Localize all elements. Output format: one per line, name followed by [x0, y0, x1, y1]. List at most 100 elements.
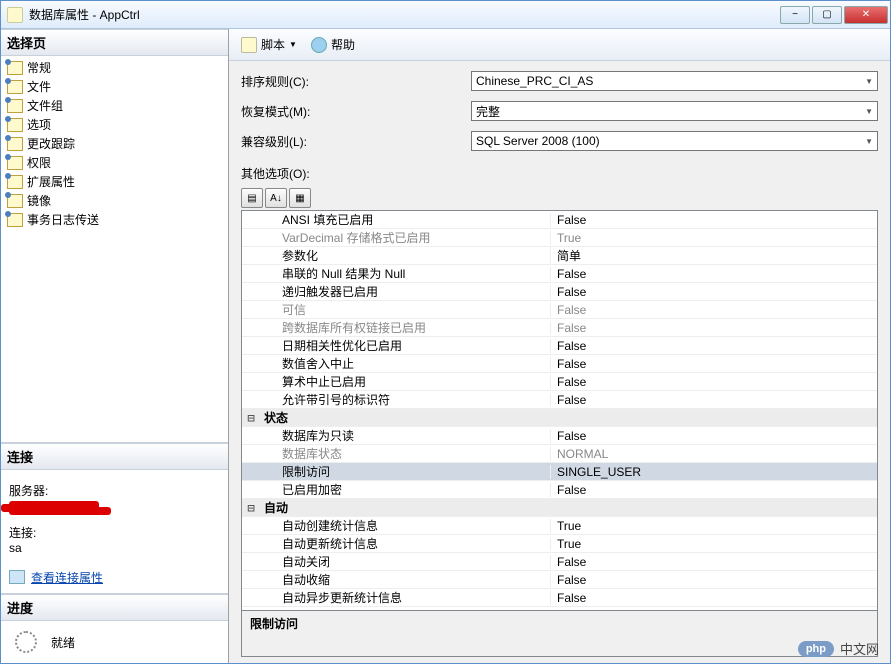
link-text: 查看连接属性	[31, 569, 103, 586]
property-row[interactable]: 自动更新统计信息True	[242, 535, 877, 553]
property-row[interactable]: 自动收缩False	[242, 571, 877, 589]
page-item-logshipping[interactable]: 事务日志传送	[1, 210, 228, 229]
minimize-button[interactable]: −	[780, 6, 810, 24]
property-name: 算术中止已启用	[260, 373, 550, 390]
property-row[interactable]: 已启用加密False	[242, 481, 877, 499]
compat-select[interactable]: SQL Server 2008 (100) ▼	[471, 131, 878, 151]
page-item-general[interactable]: 常规	[1, 58, 228, 77]
description-title: 限制访问	[250, 615, 869, 632]
progress-spinner-icon	[15, 631, 37, 653]
expand-toggle[interactable]: ⊟	[242, 501, 260, 515]
view-connection-properties-link[interactable]: 查看连接属性	[9, 569, 103, 586]
page-icon	[7, 99, 23, 113]
property-value[interactable]: False	[550, 285, 877, 299]
property-row[interactable]: 自动关闭False	[242, 553, 877, 571]
property-row[interactable]: VarDecimal 存储格式已启用True	[242, 229, 877, 247]
property-row[interactable]: 算术中止已启用False	[242, 373, 877, 391]
select-page-header: 选择页	[1, 29, 228, 56]
property-name: 自动关闭	[260, 553, 550, 570]
page-item-filegroups[interactable]: 文件组	[1, 96, 228, 115]
page-item-changetracking[interactable]: 更改跟踪	[1, 134, 228, 153]
categorized-button[interactable]: ▤	[241, 188, 263, 208]
help-button[interactable]: 帮助	[307, 34, 359, 55]
property-name: 数据库为只读	[260, 427, 550, 444]
page-label: 常规	[27, 59, 51, 76]
page-icon	[7, 61, 23, 75]
right-pane: 脚本 ▼ 帮助 排序规则(C): Chinese_PRC_CI_AS ▼	[229, 29, 890, 663]
close-button[interactable]: ✕	[844, 6, 888, 24]
property-value[interactable]: False	[550, 339, 877, 353]
page-item-permissions[interactable]: 权限	[1, 153, 228, 172]
property-category[interactable]: ⊟状态	[242, 409, 877, 427]
expand-toggle[interactable]: ⊟	[242, 411, 260, 425]
property-value[interactable]: SINGLE_USER	[550, 465, 877, 479]
property-value[interactable]: False	[550, 267, 877, 281]
property-name: 递归触发器已启用	[260, 283, 550, 300]
page-icon	[7, 80, 23, 94]
property-row[interactable]: 可信False	[242, 301, 877, 319]
page-item-files[interactable]: 文件	[1, 77, 228, 96]
page-item-extended[interactable]: 扩展属性	[1, 172, 228, 191]
property-value[interactable]: False	[550, 303, 877, 317]
page-label: 权限	[27, 154, 51, 171]
property-value[interactable]: True	[550, 231, 877, 245]
collation-value: Chinese_PRC_CI_AS	[476, 74, 593, 88]
property-row[interactable]: 日期相关性优化已启用False	[242, 337, 877, 355]
property-value[interactable]: NORMAL	[550, 447, 877, 461]
property-grid[interactable]: ANSI 填充已启用FalseVarDecimal 存储格式已启用True参数化…	[241, 210, 878, 611]
collation-label: 排序规则(C):	[241, 73, 471, 90]
property-value[interactable]: False	[550, 429, 877, 443]
chevron-down-icon: ▼	[289, 40, 297, 49]
alphabetical-button[interactable]: A↓	[265, 188, 287, 208]
property-category[interactable]: ⊟自动	[242, 499, 877, 517]
connection-value: sa	[9, 541, 220, 555]
property-row[interactable]: 串联的 Null 结果为 NullFalse	[242, 265, 877, 283]
property-name: 限制访问	[260, 463, 550, 480]
property-value[interactable]: False	[550, 555, 877, 569]
property-value[interactable]: False	[550, 375, 877, 389]
property-value[interactable]: True	[550, 519, 877, 533]
property-row[interactable]: 跨数据库所有权链接已启用False	[242, 319, 877, 337]
maximize-button[interactable]: ▢	[812, 6, 842, 24]
property-value[interactable]: False	[550, 573, 877, 587]
property-value[interactable]: False	[550, 357, 877, 371]
property-row[interactable]: 限制访问SINGLE_USER	[242, 463, 877, 481]
property-row[interactable]: 数值舍入中止False	[242, 355, 877, 373]
property-row[interactable]: ANSI 填充已启用False	[242, 211, 877, 229]
property-value[interactable]: True	[550, 537, 877, 551]
property-name: VarDecimal 存储格式已启用	[260, 229, 550, 246]
page-item-mirroring[interactable]: 镜像	[1, 191, 228, 210]
window-title: 数据库属性 - AppCtrl	[29, 6, 780, 23]
app-icon	[7, 7, 23, 23]
script-label: 脚本	[261, 36, 285, 53]
property-row[interactable]: 允许带引号的标识符False	[242, 391, 877, 409]
page-item-options[interactable]: 选项	[1, 115, 228, 134]
collation-select[interactable]: Chinese_PRC_CI_AS ▼	[471, 71, 878, 91]
script-button[interactable]: 脚本 ▼	[237, 34, 301, 55]
property-value[interactable]: False	[550, 483, 877, 497]
property-row[interactable]: 数据库为只读False	[242, 427, 877, 445]
compat-value: SQL Server 2008 (100)	[476, 134, 600, 148]
page-icon	[7, 118, 23, 132]
property-row[interactable]: 自动创建统计信息True	[242, 517, 877, 535]
recovery-select[interactable]: 完整 ▼	[471, 101, 878, 121]
property-value[interactable]: False	[550, 591, 877, 605]
property-row[interactable]: 自动异步更新统计信息False	[242, 589, 877, 607]
property-value[interactable]: False	[550, 321, 877, 335]
property-value[interactable]: False	[550, 213, 877, 227]
chevron-down-icon: ▼	[865, 77, 873, 86]
property-row[interactable]: 数据库状态NORMAL	[242, 445, 877, 463]
property-name: 自动	[260, 499, 550, 516]
connection-label: 连接:	[9, 524, 220, 541]
property-name: 自动收缩	[260, 571, 550, 588]
page-label: 更改跟踪	[27, 135, 75, 152]
page-icon	[7, 137, 23, 151]
property-value[interactable]: False	[550, 393, 877, 407]
titlebar[interactable]: 数据库属性 - AppCtrl − ▢ ✕	[1, 1, 890, 29]
property-row[interactable]: 递归触发器已启用False	[242, 283, 877, 301]
property-pages-button[interactable]: ▦	[289, 188, 311, 208]
property-row[interactable]: 参数化简单	[242, 247, 877, 265]
property-name: 数据库状态	[260, 445, 550, 462]
property-value[interactable]: 简单	[550, 247, 877, 264]
page-label: 文件组	[27, 97, 63, 114]
